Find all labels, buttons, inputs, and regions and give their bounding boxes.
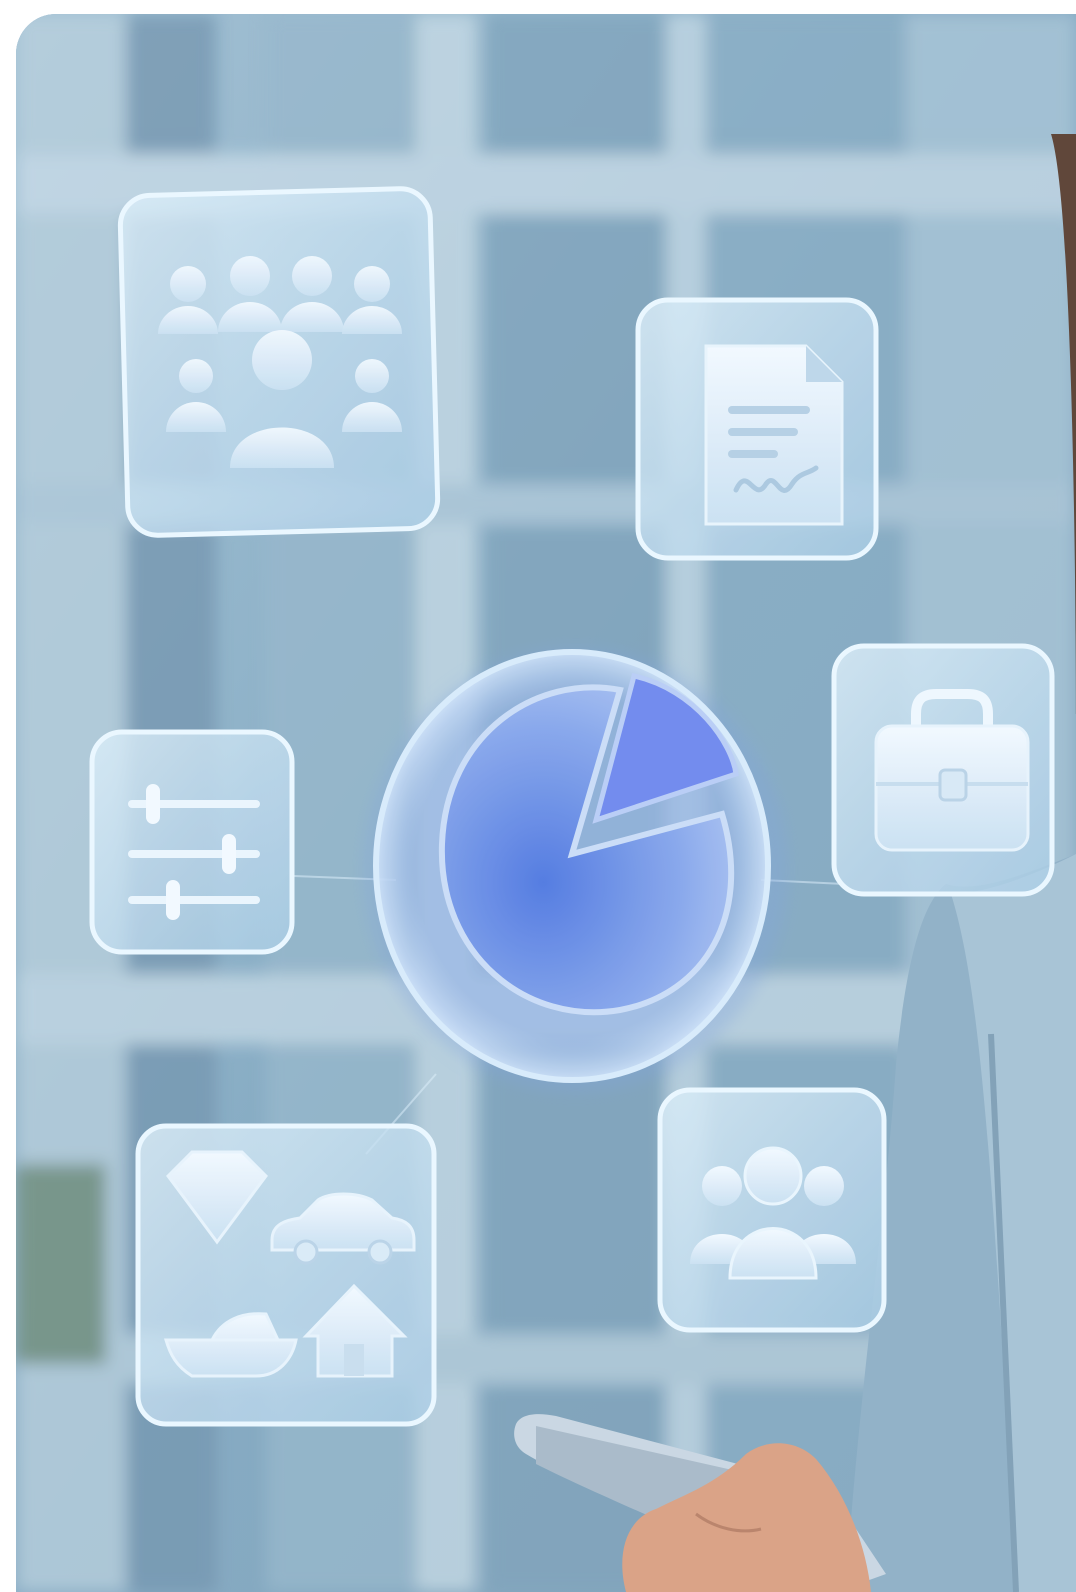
- scene: [16, 14, 1076, 1592]
- photo-card: [16, 14, 1076, 1592]
